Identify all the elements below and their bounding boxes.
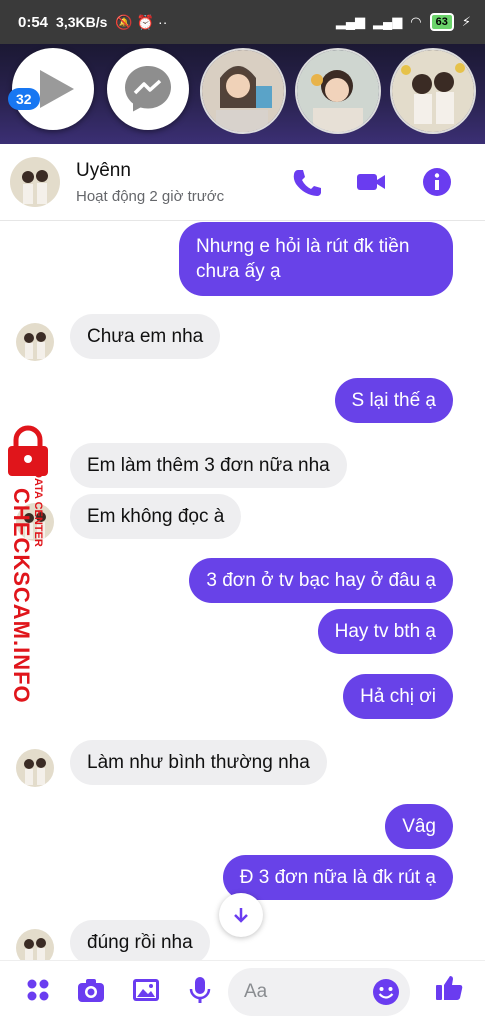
message-incoming[interactable]: Chưa em nha [70, 314, 221, 359]
watermark-text-main: CHECKSCAM.INFO [9, 488, 34, 704]
notification-icons: 🔕 ⏰ ·· [115, 13, 168, 30]
chat-head-photo-2[interactable] [295, 48, 381, 134]
message-incoming[interactable]: đúng rồi nha [70, 920, 210, 965]
video-icon[interactable] [355, 166, 387, 198]
signal-icon-2: ▂▄▆ [373, 14, 403, 29]
chat-heads-bar: 32 [0, 44, 485, 144]
message-outgoing[interactable]: Đ 3 đơn nữa là đk rút ạ [222, 855, 453, 900]
wifi-icon: ◠ [410, 14, 422, 29]
message-text: chưa ấy ạ [196, 261, 281, 282]
messenger-icon [125, 66, 171, 112]
microphone-icon[interactable] [185, 975, 215, 1005]
status-right: ▂▄▆ ▂▄▆ ◠ 63 ⚡ [336, 13, 471, 31]
status-time: 0:54 [18, 13, 49, 31]
charging-icon: ⚡ [461, 14, 471, 29]
message-text: Nhưng e hỏi là rút đk tiền [196, 236, 410, 257]
message-incoming[interactable]: Làm như bình thường nha [70, 740, 327, 785]
composer-bar: Aa [0, 960, 485, 1025]
status-bar: 0:54 3,3KB/s 🔕 ⏰ ·· ▂▄▆ ▂▄▆ ◠ 63 ⚡ [0, 0, 485, 44]
messenger-chat-head[interactable] [107, 48, 189, 130]
chat-head-photo-3[interactable] [390, 48, 476, 134]
scroll-down-button[interactable] [219, 893, 263, 937]
sender-avatar[interactable] [16, 323, 54, 361]
emoji-icon[interactable] [372, 978, 400, 1006]
watermark: CHECKSCAM.INFO DATA CENTER [2, 420, 56, 704]
contact-avatar[interactable] [10, 157, 60, 207]
gallery-icon[interactable] [131, 975, 161, 1005]
contact-active-status: Hoạt động 2 giờ trước [76, 188, 225, 205]
message-incoming[interactable]: Em không đọc à [70, 494, 242, 539]
phone-icon[interactable] [290, 166, 322, 198]
contact-name[interactable]: Uyênn [76, 160, 131, 182]
watermark-text-sub: DATA CENTER [32, 470, 44, 547]
network-speed: 3,3KB/s [56, 14, 108, 30]
message-outgoing[interactable]: Vâg [385, 804, 453, 849]
message-outgoing[interactable]: Hay tv bth ạ [317, 609, 453, 654]
info-icon[interactable] [421, 166, 453, 198]
message-outgoing[interactable]: 3 đơn ở tv bạc hay ở đâu ạ [189, 558, 453, 603]
camera-icon[interactable] [76, 975, 106, 1005]
like-icon[interactable] [434, 973, 464, 1003]
message-outgoing[interactable]: Hả chị ơi [343, 674, 453, 719]
message-incoming[interactable]: Em làm thêm 3 đơn nữa nha [70, 443, 347, 488]
scroll-down-icon [234, 908, 248, 923]
apps-icon[interactable] [23, 975, 53, 1005]
sender-avatar[interactable] [16, 749, 54, 787]
signal-icon: ▂▄▆ [335, 14, 366, 29]
unread-count-badge: 32 [8, 88, 40, 110]
message-outgoing[interactable]: Nhưng e hỏi là rút đk tiền chưa ấy ạ [179, 222, 453, 296]
message-input-placeholder: Aa [244, 981, 268, 1002]
chat-header: Uyênn Hoạt động 2 giờ trước [0, 144, 485, 221]
message-input[interactable]: Aa [228, 968, 410, 1016]
chat-head-photo-1[interactable] [200, 48, 286, 134]
battery-icon: 63 [429, 13, 454, 31]
message-outgoing[interactable]: S lại thế ạ [334, 378, 453, 423]
